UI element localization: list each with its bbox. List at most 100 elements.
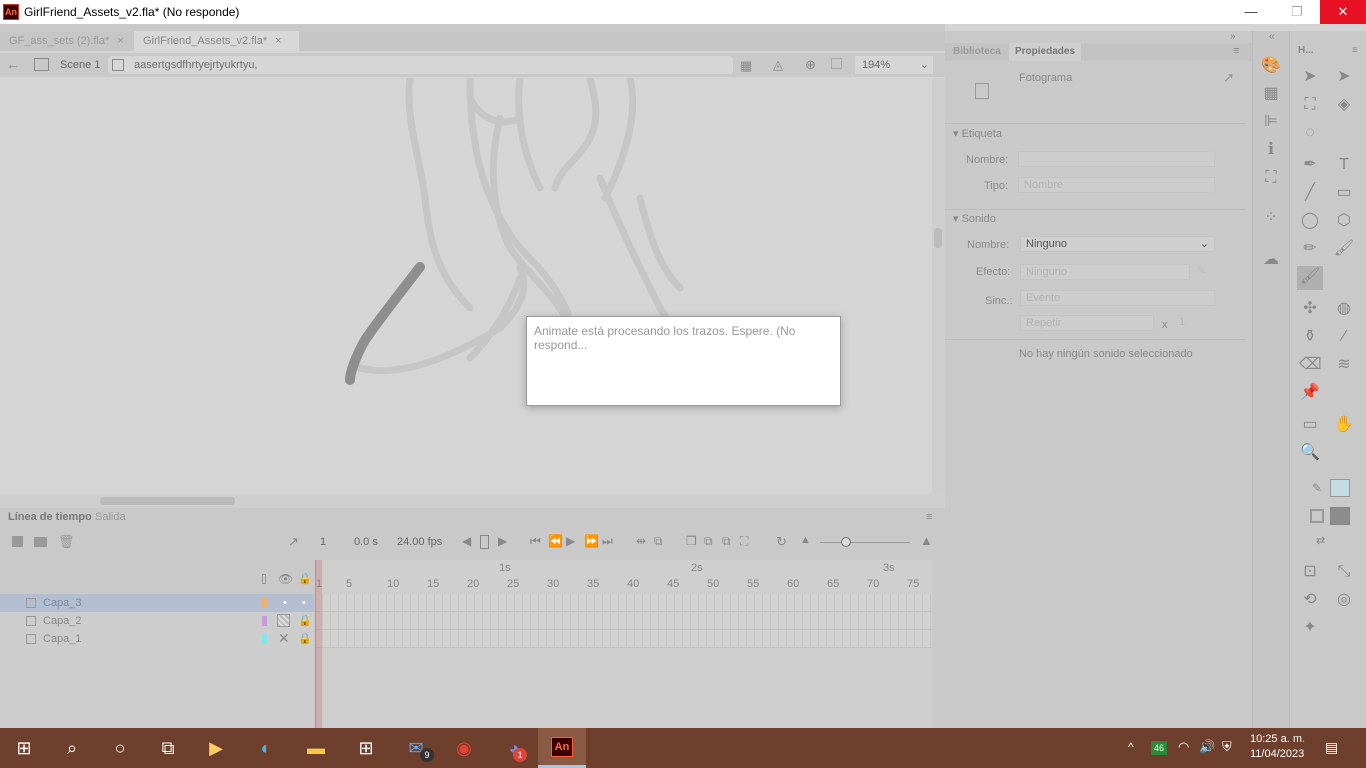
hidden-x-icon[interactable]: ✕ [278, 630, 290, 647]
minimize-button[interactable]: — [1228, 0, 1274, 24]
discord-icon[interactable]: ◕ [490, 728, 538, 768]
lock-dot[interactable]: • [302, 597, 306, 609]
center-stage-icon[interactable]: ⊕ [805, 57, 816, 73]
tray-app-badge[interactable]: 46 [1151, 741, 1167, 755]
straighten-icon[interactable]: ◎ [1333, 589, 1355, 611]
align-icon[interactable]: ⊫ [1260, 111, 1282, 133]
color-palette-icon[interactable]: 🎨 [1260, 55, 1282, 77]
lasso-tool-icon[interactable]: ◌ [1299, 122, 1321, 144]
polystar-tool-icon[interactable]: ⬡ [1333, 210, 1355, 232]
first-frame-icon[interactable]: ⏮ [530, 534, 541, 549]
delete-layer-icon[interactable]: 🗑 [58, 534, 75, 550]
clock[interactable]: 10:25 a. m. 11/04/2023 [1250, 732, 1305, 762]
center-frame-icon[interactable]: ⛶ [740, 534, 748, 549]
collapse-panel-icon[interactable]: » [1230, 31, 1236, 42]
object-drawing-icon[interactable]: ⊡ [1299, 561, 1321, 583]
text-tool-icon[interactable]: T [1333, 154, 1355, 176]
label-type-select[interactable]: Nombre [1018, 177, 1215, 193]
refresh-icon[interactable]: ↻ [776, 534, 787, 550]
paint-brush-tool-icon[interactable]: 🖌 [1333, 238, 1355, 260]
eye-icon[interactable]: 👁 [278, 572, 293, 586]
oval-tool-icon[interactable]: ◯ [1299, 210, 1321, 232]
animate-taskbar-button[interactable]: An [538, 728, 586, 768]
close-tab-icon[interactable]: × [117, 35, 123, 47]
step-forward-icon[interactable]: ⏩ [584, 534, 599, 548]
doc-tab-gf-ass-sets[interactable]: GF_ass_sets (2).fla* × [0, 31, 133, 51]
swap-colors-icon[interactable]: ⇄ [1316, 534, 1325, 547]
tab-library[interactable]: Biblioteca [953, 46, 1001, 57]
layer-color-swatch[interactable] [262, 634, 267, 644]
tab-timeline[interactable]: Línea de tiempo [8, 511, 92, 523]
frame-rate[interactable]: 24.00 fps [397, 536, 442, 548]
wifi-icon[interactable]: ◠ [1178, 739, 1189, 755]
stage-canvas[interactable] [0, 78, 932, 494]
stage-vertical-scrollbar[interactable] [932, 78, 945, 494]
new-layer-icon[interactable] [12, 536, 23, 547]
current-frame[interactable]: 1 [320, 536, 326, 548]
volume-icon[interactable]: 🔊 [1199, 739, 1215, 755]
repeat-count[interactable]: 1 [1179, 316, 1185, 328]
tab-output[interactable]: Salida [95, 511, 126, 523]
chrome-icon[interactable]: ◉ [440, 728, 488, 768]
lock-icon[interactable]: 🔒 [298, 632, 312, 645]
security-icon[interactable]: ⛨ [1222, 739, 1232, 755]
eraser-tool-icon[interactable]: ⌫ [1299, 354, 1322, 376]
graph-icon[interactable]: ↗ [288, 534, 299, 550]
frame-row[interactable] [315, 594, 932, 612]
layer-capa-2[interactable]: Capa_2 🔒 [0, 612, 314, 630]
frame-row[interactable] [315, 630, 932, 648]
maximize-button[interactable]: ❐ [1274, 0, 1320, 24]
scene-label[interactable]: Scene 1 [60, 59, 100, 71]
last-frame-icon[interactable]: ⏭ [602, 534, 613, 549]
swatches-icon[interactable]: ▦ [1260, 83, 1282, 105]
panel-menu-icon[interactable]: ≡ [1233, 45, 1239, 57]
brush-tool-icon[interactable]: 🖌 [1297, 266, 1323, 290]
stage-horizontal-scrollbar[interactable] [0, 494, 945, 508]
insert-keyframe-icon[interactable] [480, 535, 489, 549]
rectangle-tool-icon[interactable]: ▭ [1333, 182, 1355, 204]
step-back-icon[interactable]: ⏪ [548, 534, 563, 548]
loop-icon[interactable]: ⇹ [636, 534, 646, 548]
cortana-icon[interactable]: ○ [96, 728, 144, 768]
line-tool-icon[interactable]: ╱ [1299, 182, 1321, 204]
frames-area[interactable]: 1s 2s 3s 1 5 10 15 20 25 30 35 40 45 50 … [315, 560, 932, 728]
collapse-icon[interactable]: « [1269, 31, 1275, 42]
zoom-out-frames-icon[interactable]: ▲ [800, 534, 811, 546]
next-keyframe-icon[interactable]: ▶ [498, 534, 507, 548]
hscroll-thumb[interactable] [100, 497, 235, 505]
stroke-color-icon[interactable]: ✎ [1306, 477, 1328, 499]
fill-color-icon[interactable] [1310, 509, 1324, 523]
edit-scene-icon[interactable]: ▦ [740, 58, 752, 74]
components-icon[interactable]: ⁘ [1260, 207, 1282, 229]
chevron-up-icon[interactable]: ^ [1128, 740, 1134, 754]
hand-tool-icon[interactable]: ✋ [1333, 414, 1355, 436]
sync-select[interactable]: Evento [1020, 290, 1215, 306]
layer-name[interactable]: Capa_1 [43, 633, 82, 645]
windows-start-icon[interactable]: ⊞ [0, 728, 48, 768]
help-icon[interactable]: ➚ [1223, 69, 1235, 86]
effect-select[interactable]: Ninguno [1020, 264, 1190, 280]
edit-symbols-icon[interactable]: ◬ [773, 57, 783, 73]
layer-color-swatch[interactable] [262, 616, 267, 626]
panel-menu-icon[interactable]: ≡ [926, 511, 932, 523]
repeat-select[interactable]: Repetir [1020, 315, 1154, 331]
layer-capa-1[interactable]: Capa_1 ✕ 🔒 [0, 630, 314, 648]
frame-zoom-slider[interactable] [820, 542, 910, 543]
sound-section-header[interactable]: ▾ Sonido [953, 212, 996, 225]
zoom-in-frames-icon[interactable]: ▲ [920, 533, 933, 548]
magic-wand-icon[interactable]: ✦ [1299, 617, 1321, 639]
frame-zoom-slider-thumb[interactable] [841, 537, 851, 547]
ink-bottle-tool-icon[interactable]: ⚱ [1299, 326, 1321, 348]
vscroll-thumb[interactable] [934, 228, 942, 248]
pen-tool-icon[interactable]: ✒ [1299, 154, 1321, 176]
zoom-tool-icon[interactable]: 🔍 [1299, 442, 1321, 464]
info-icon[interactable]: ℹ [1260, 139, 1282, 161]
panel-menu-icon[interactable]: ≡ [1352, 45, 1358, 56]
frame-name-input[interactable] [1018, 151, 1215, 167]
task-view-icon[interactable]: ⧉ [144, 728, 192, 768]
layer-capa-3[interactable]: Capa_3 • • [0, 594, 314, 612]
3d-rotation-tool-icon[interactable]: ◈ [1333, 94, 1355, 116]
onion-skin-icon[interactable]: ⧉ [654, 534, 663, 549]
lock-icon[interactable]: 🔒 [298, 614, 312, 627]
doc-tab-girlfriend-assets[interactable]: GirlFriend_Assets_v2.fla* × [134, 31, 299, 51]
